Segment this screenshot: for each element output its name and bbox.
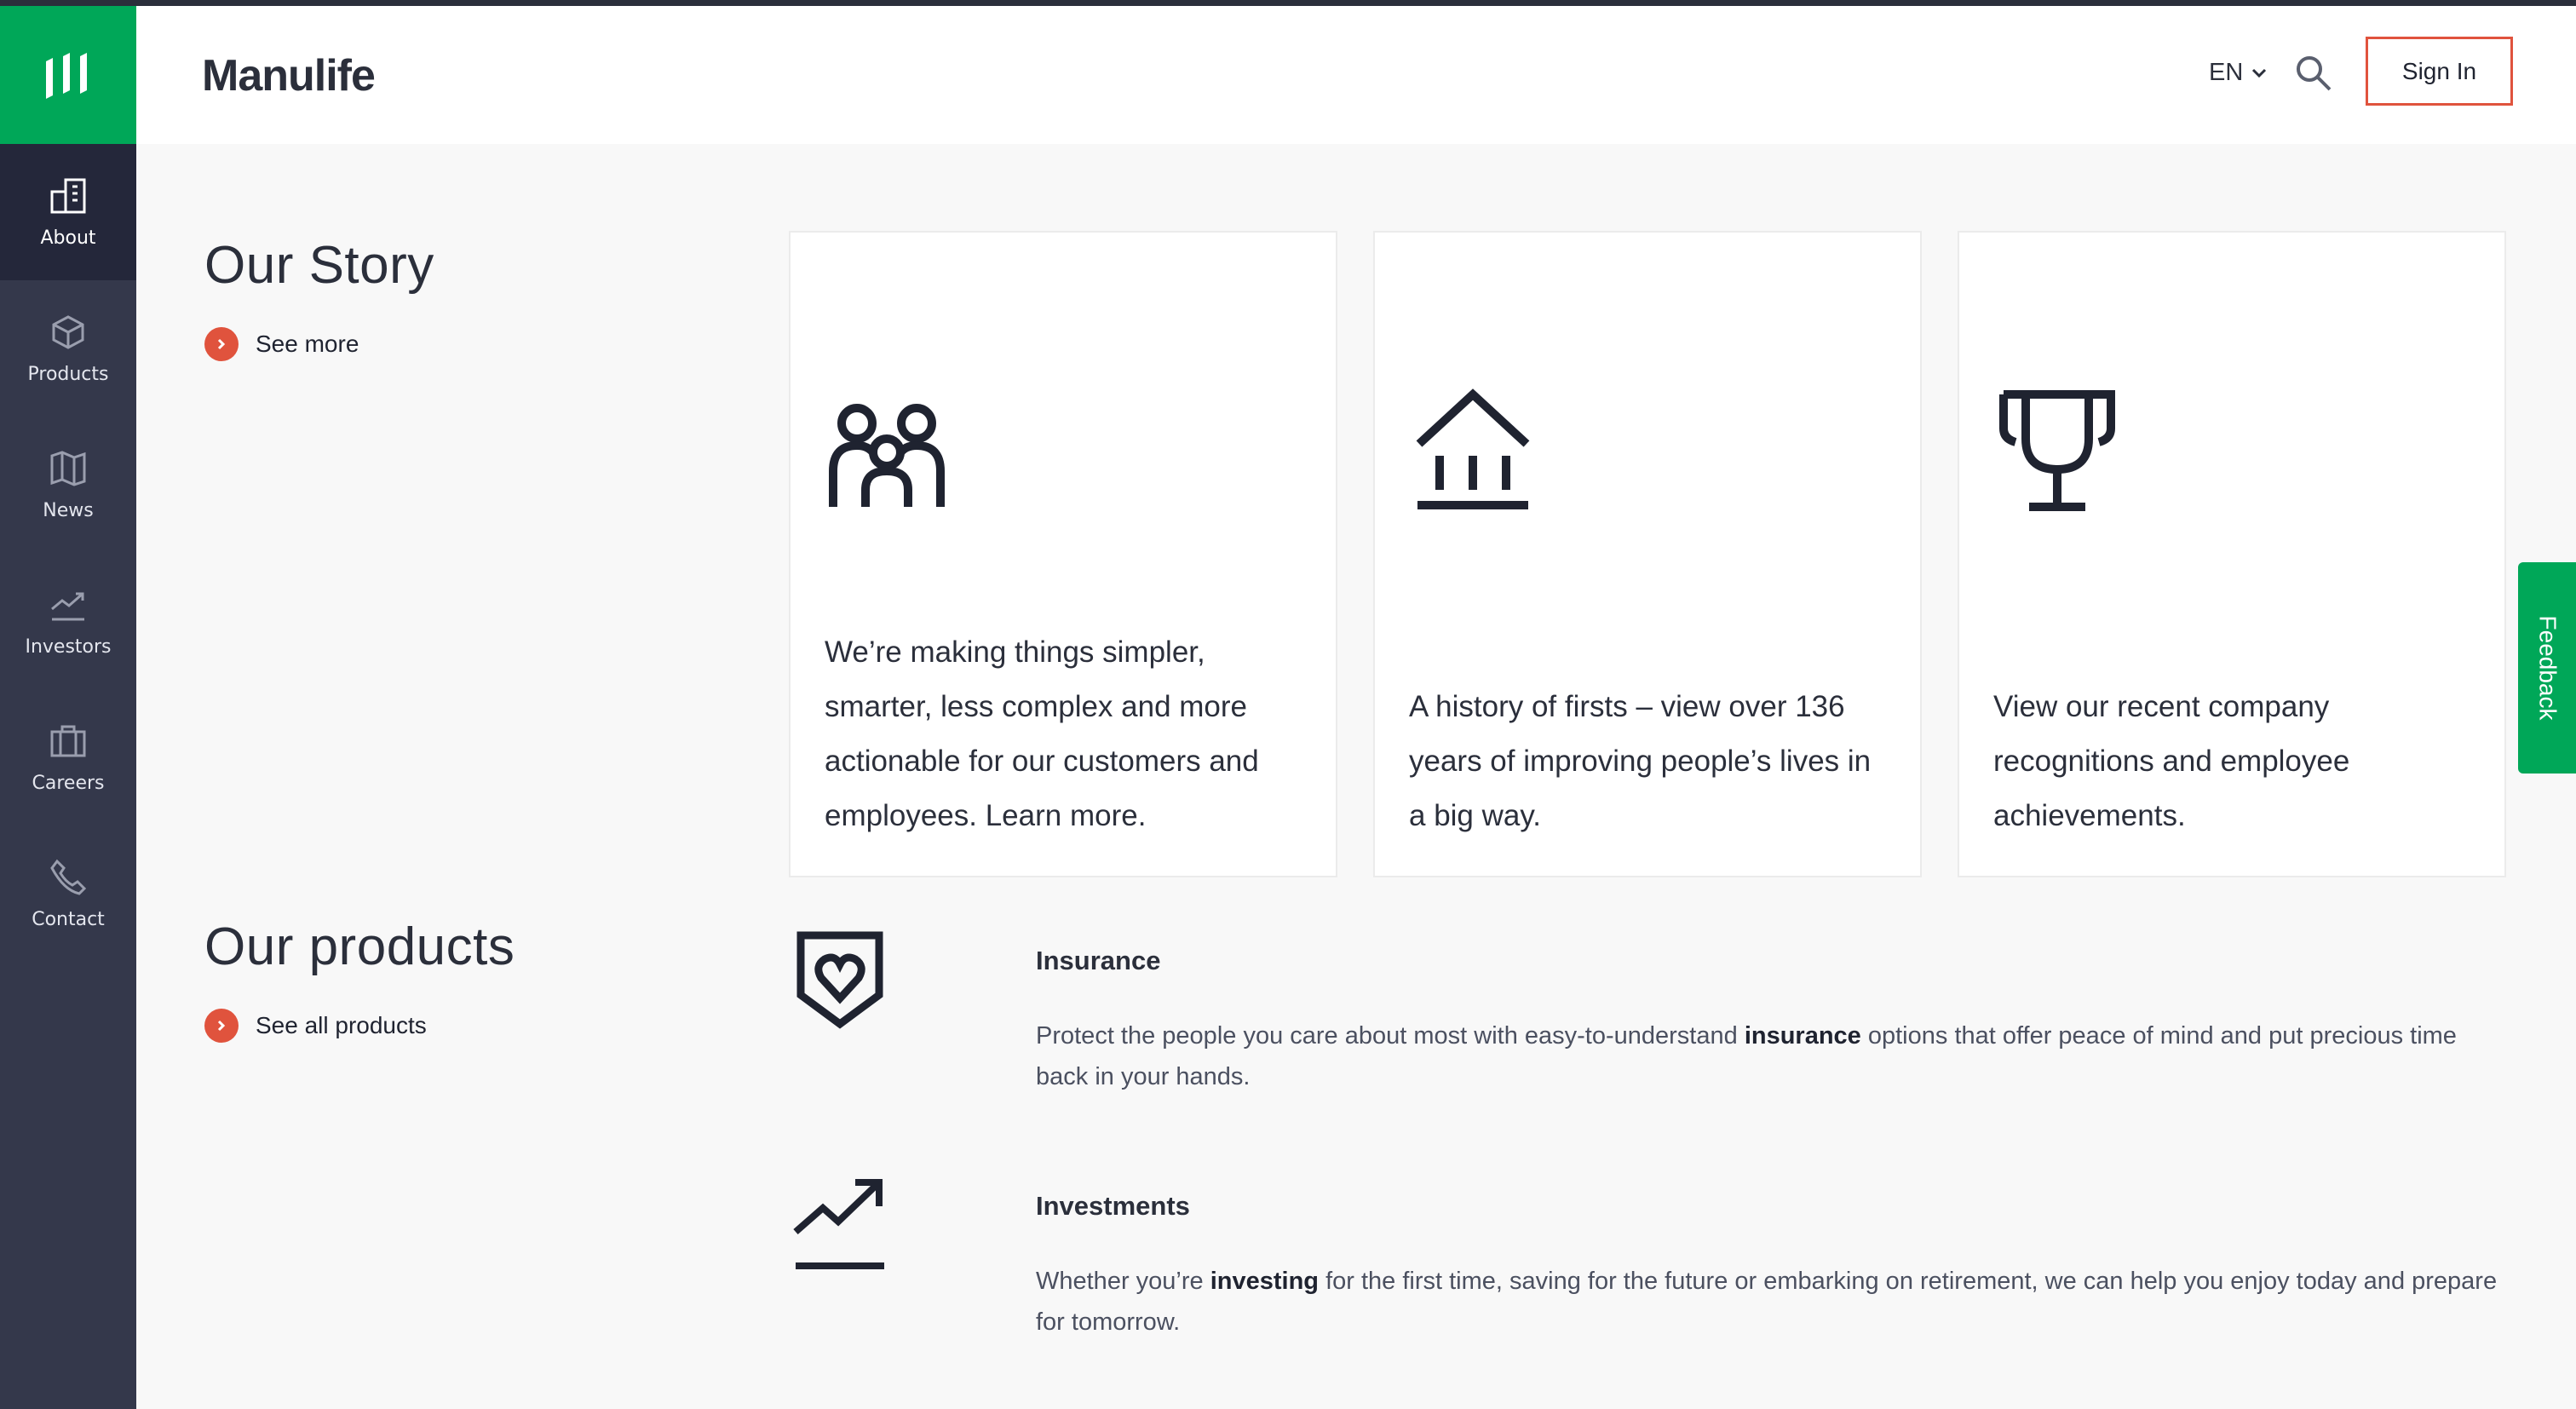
- language-selector[interactable]: EN: [2209, 59, 2267, 87]
- feedback-label: Feedback: [2534, 615, 2561, 721]
- sidebar: About Products News Investors Careers Co…: [0, 144, 136, 1409]
- desc-keyword-link[interactable]: investing: [1210, 1268, 1319, 1295]
- top-border: [0, 0, 2576, 6]
- header: Manulife EN Sign In: [136, 6, 2576, 144]
- card-text: View our recent company recognitions and…: [1993, 690, 2350, 832]
- investment-chart-icon: [793, 1179, 884, 1269]
- feedback-tab[interactable]: Feedback: [2518, 562, 2576, 774]
- sidebar-item-label: About: [40, 227, 96, 249]
- investments-description: Whether you’re investing for the first t…: [1036, 1261, 2501, 1343]
- trend-icon: [51, 592, 84, 620]
- cube-icon: [52, 314, 84, 349]
- manulife-logo-icon: [46, 53, 87, 99]
- bank-icon: [1416, 388, 1530, 509]
- search-icon[interactable]: [2294, 54, 2333, 93]
- language-label: EN: [2209, 59, 2244, 86]
- desc-keyword-link[interactable]: insurance: [1745, 1022, 1861, 1050]
- briefcase-icon: [50, 725, 86, 756]
- chevron-down-icon: [2252, 68, 2267, 78]
- see-all-products-label: See all products: [256, 1012, 427, 1038]
- sidebar-item-label: Careers: [32, 772, 105, 794]
- desc-text: Whether you’re: [1036, 1268, 1210, 1295]
- our-products-title: Our products: [204, 917, 515, 976]
- sidebar-item-investors[interactable]: Investors: [0, 553, 136, 689]
- story-card-awards[interactable]: View our recent company recognitions and…: [1958, 231, 2506, 877]
- insurance-description: Protect the people you care about most w…: [1036, 1015, 2501, 1097]
- sidebar-item-products[interactable]: Products: [0, 280, 136, 417]
- trophy-icon: [1999, 390, 2115, 511]
- sign-in-button[interactable]: Sign In: [2366, 37, 2513, 106]
- sidebar-item-label: Products: [27, 363, 109, 385]
- sidebar-item-about[interactable]: About: [0, 144, 136, 280]
- insurance-title[interactable]: Insurance: [1036, 946, 1160, 976]
- building-icon: [50, 178, 86, 213]
- phone-icon: [50, 859, 87, 895]
- card-text: A history of firsts – view over 136 year…: [1409, 690, 1872, 832]
- sidebar-item-label: Investors: [25, 635, 112, 658]
- card-text: We’re making things simpler, smarter, le…: [825, 635, 1259, 832]
- arrow-right-icon: [204, 327, 239, 361]
- map-icon: [50, 450, 86, 486]
- see-more-link[interactable]: See more: [204, 327, 359, 361]
- sidebar-item-label: Contact: [32, 908, 105, 930]
- see-more-label: See more: [256, 331, 359, 357]
- brand-wordmark[interactable]: Manulife: [202, 50, 376, 101]
- story-card-history[interactable]: A history of firsts – view over 136 year…: [1373, 231, 1922, 877]
- family-icon: [829, 404, 945, 507]
- desc-text: Protect the people you care about most w…: [1036, 1022, 1745, 1050]
- sidebar-item-label: News: [43, 499, 94, 521]
- sidebar-item-contact[interactable]: Contact: [0, 825, 136, 962]
- arrow-right-icon: [204, 1009, 239, 1043]
- sidebar-item-news[interactable]: News: [0, 417, 136, 553]
- sidebar-item-careers[interactable]: Careers: [0, 689, 136, 825]
- see-all-products-link[interactable]: See all products: [204, 1009, 427, 1043]
- shield-heart-icon: [796, 931, 883, 1029]
- investments-title[interactable]: Investments: [1036, 1191, 1190, 1222]
- story-card-vision[interactable]: We’re making things simpler, smarter, le…: [789, 231, 1337, 877]
- our-story-title: Our Story: [204, 236, 434, 295]
- logo-tile[interactable]: [0, 6, 136, 144]
